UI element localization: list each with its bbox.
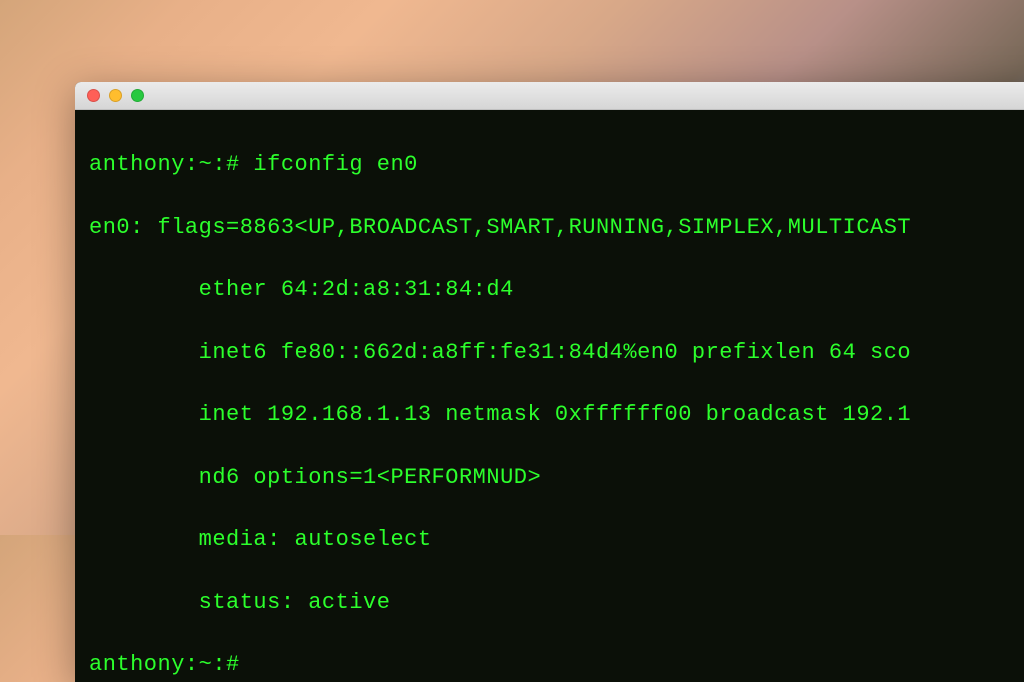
terminal-line: media: autoselect (89, 524, 1024, 555)
terminal-line: anthony:~:# ifconfig en0 (89, 149, 1024, 180)
terminal-output[interactable]: anthony:~:# ifconfig en0 en0: flags=8863… (75, 110, 1024, 682)
terminal-window: anthony:~:# ifconfig en0 en0: flags=8863… (75, 82, 1024, 682)
terminal-prompt[interactable]: anthony:~:# (89, 649, 1024, 680)
desktop-background: anthony:~:# ifconfig en0 en0: flags=8863… (0, 0, 1024, 535)
zoom-icon[interactable] (131, 89, 144, 102)
window-titlebar[interactable] (75, 82, 1024, 110)
terminal-line: status: active (89, 587, 1024, 618)
terminal-line: inet6 fe80::662d:a8ff:fe31:84d4%en0 pref… (89, 337, 1024, 368)
terminal-line: ether 64:2d:a8:31:84:d4 (89, 274, 1024, 305)
terminal-line: en0: flags=8863<UP,BROADCAST,SMART,RUNNI… (89, 212, 1024, 243)
close-icon[interactable] (87, 89, 100, 102)
terminal-line: nd6 options=1<PERFORMNUD> (89, 462, 1024, 493)
terminal-line: inet 192.168.1.13 netmask 0xffffff00 bro… (89, 399, 1024, 430)
minimize-icon[interactable] (109, 89, 122, 102)
